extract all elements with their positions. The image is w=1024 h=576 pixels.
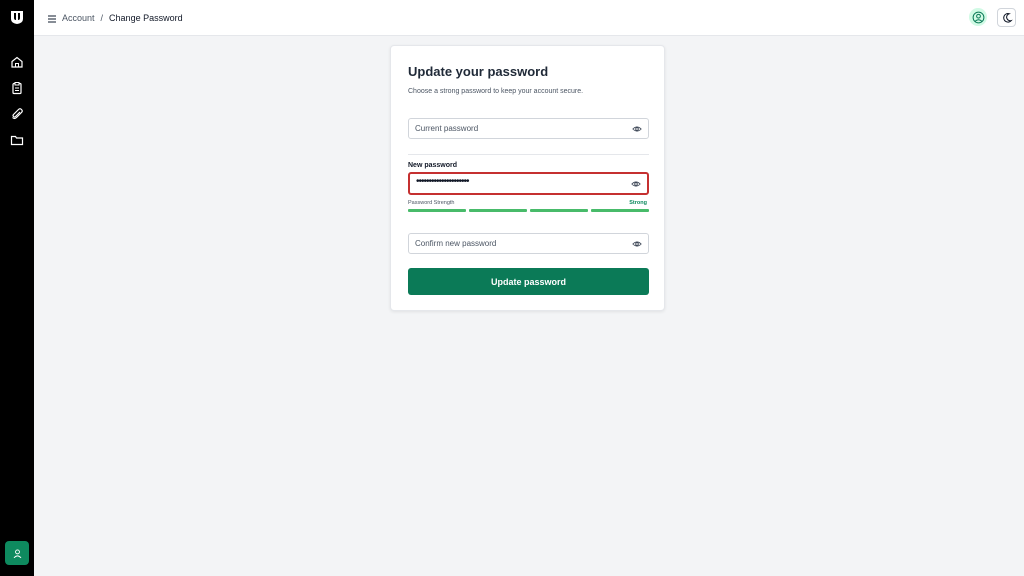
account-button[interactable] xyxy=(969,8,987,26)
password-strength-label: Password Strength xyxy=(408,200,455,206)
home-icon[interactable] xyxy=(10,55,24,69)
strength-bar xyxy=(469,209,527,212)
strength-bar xyxy=(408,209,466,212)
divider xyxy=(408,154,649,155)
card-subtitle: Choose a strong password to keep your ac… xyxy=(408,88,584,95)
eye-icon[interactable] xyxy=(632,124,642,134)
card-title: Update your password xyxy=(408,64,549,79)
new-password-field[interactable]: ••••••••••••••••••••• xyxy=(408,172,649,195)
clipboard-icon[interactable] xyxy=(10,81,24,95)
theme-toggle-button[interactable] xyxy=(997,8,1016,27)
breadcrumb: Account / Change Password xyxy=(62,12,183,24)
strength-bar xyxy=(530,209,588,212)
current-password-placeholder: Current password xyxy=(415,124,479,133)
eye-icon[interactable] xyxy=(632,239,642,249)
sidebar xyxy=(0,0,34,576)
user-circle-icon xyxy=(972,11,984,23)
brand-logo-icon[interactable] xyxy=(9,9,25,25)
change-password-card: Update your password Choose a strong pas… xyxy=(390,45,665,311)
user-profile-button[interactable] xyxy=(5,541,29,565)
eye-icon[interactable] xyxy=(631,179,641,189)
confirm-password-placeholder: Confirm new password xyxy=(415,239,497,248)
breadcrumb-separator: / xyxy=(100,13,104,23)
breadcrumb-current: Change Password xyxy=(109,13,183,23)
strength-bar xyxy=(591,209,649,212)
confirm-password-field[interactable]: Confirm new password xyxy=(408,233,649,254)
paperclip-icon[interactable] xyxy=(10,107,24,121)
password-strength-value: Strong xyxy=(629,200,647,206)
user-icon xyxy=(13,548,21,558)
current-password-field[interactable]: Current password xyxy=(408,118,649,139)
breadcrumb-account-link[interactable]: Account xyxy=(62,12,95,24)
password-strength-meter xyxy=(408,209,649,212)
moon-icon xyxy=(1002,12,1013,23)
folder-icon[interactable] xyxy=(10,133,24,147)
new-password-value: ••••••••••••••••••••• xyxy=(416,176,470,187)
new-password-label: New password xyxy=(408,162,458,169)
menu-icon[interactable] xyxy=(47,12,57,24)
top-bar: Account / Change Password xyxy=(34,0,1024,36)
update-password-button[interactable]: Update password xyxy=(408,268,649,295)
